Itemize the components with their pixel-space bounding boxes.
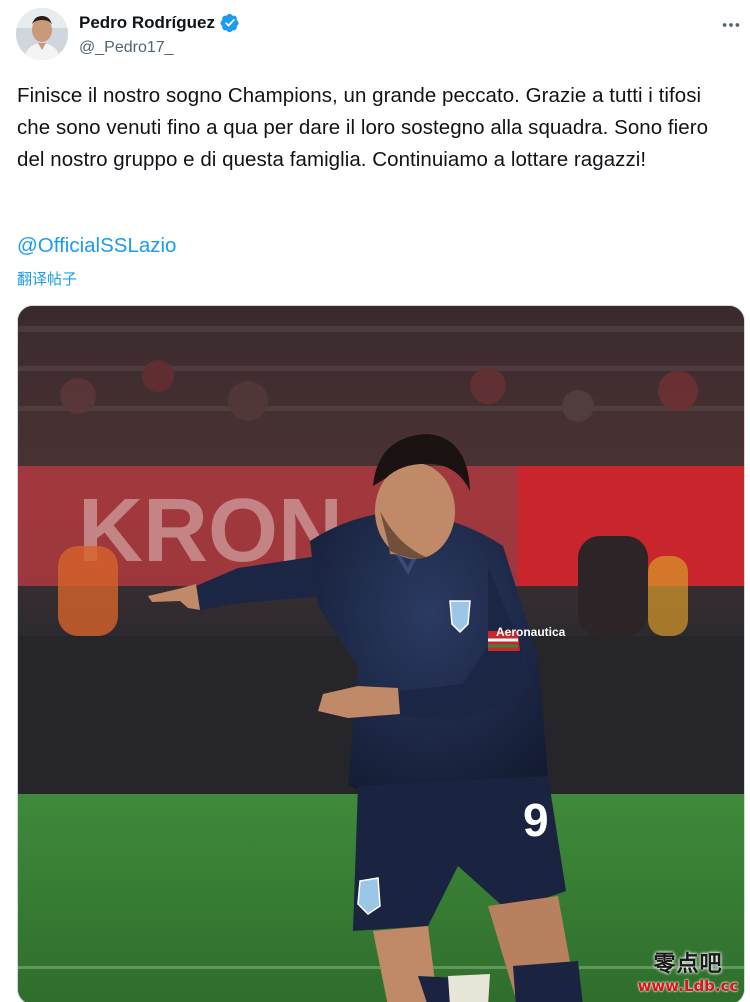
mention-link[interactable]: @OfficialSSLazio	[17, 234, 176, 258]
avatar[interactable]	[16, 8, 68, 60]
watermark: 零点吧 www.Ldb.cc	[628, 952, 748, 995]
tweet-header: Pedro Rodríguez @_Pedro17_	[16, 8, 742, 64]
avatar-photo	[16, 8, 68, 60]
watermark-url: www.Ldb.cc	[637, 977, 739, 996]
tweet-text: Finisce il nostro sogno Champions, un gr…	[17, 84, 709, 171]
more-options-icon[interactable]	[720, 14, 742, 36]
watermark-site-name: 零点吧	[653, 951, 723, 977]
jersey-number-text: 9	[523, 794, 549, 846]
tweet: Pedro Rodríguez @_Pedro17_ Finisce il no…	[0, 0, 750, 1002]
display-name-row: Pedro Rodríguez	[79, 12, 240, 34]
author-names: Pedro Rodríguez @_Pedro17_	[79, 12, 240, 57]
author-handle[interactable]: @_Pedro17_	[79, 39, 240, 57]
tweet-media-photo[interactable]: KRON Aeronautica 9	[17, 305, 745, 1002]
verified-badge-icon[interactable]	[220, 13, 240, 33]
translate-post-link[interactable]: 翻译帖子	[17, 268, 77, 289]
display-name[interactable]: Pedro Rodríguez	[79, 13, 215, 33]
sponsor-text: Aeronautica	[496, 625, 566, 639]
player-photo: KRON Aeronautica 9	[18, 306, 744, 1002]
